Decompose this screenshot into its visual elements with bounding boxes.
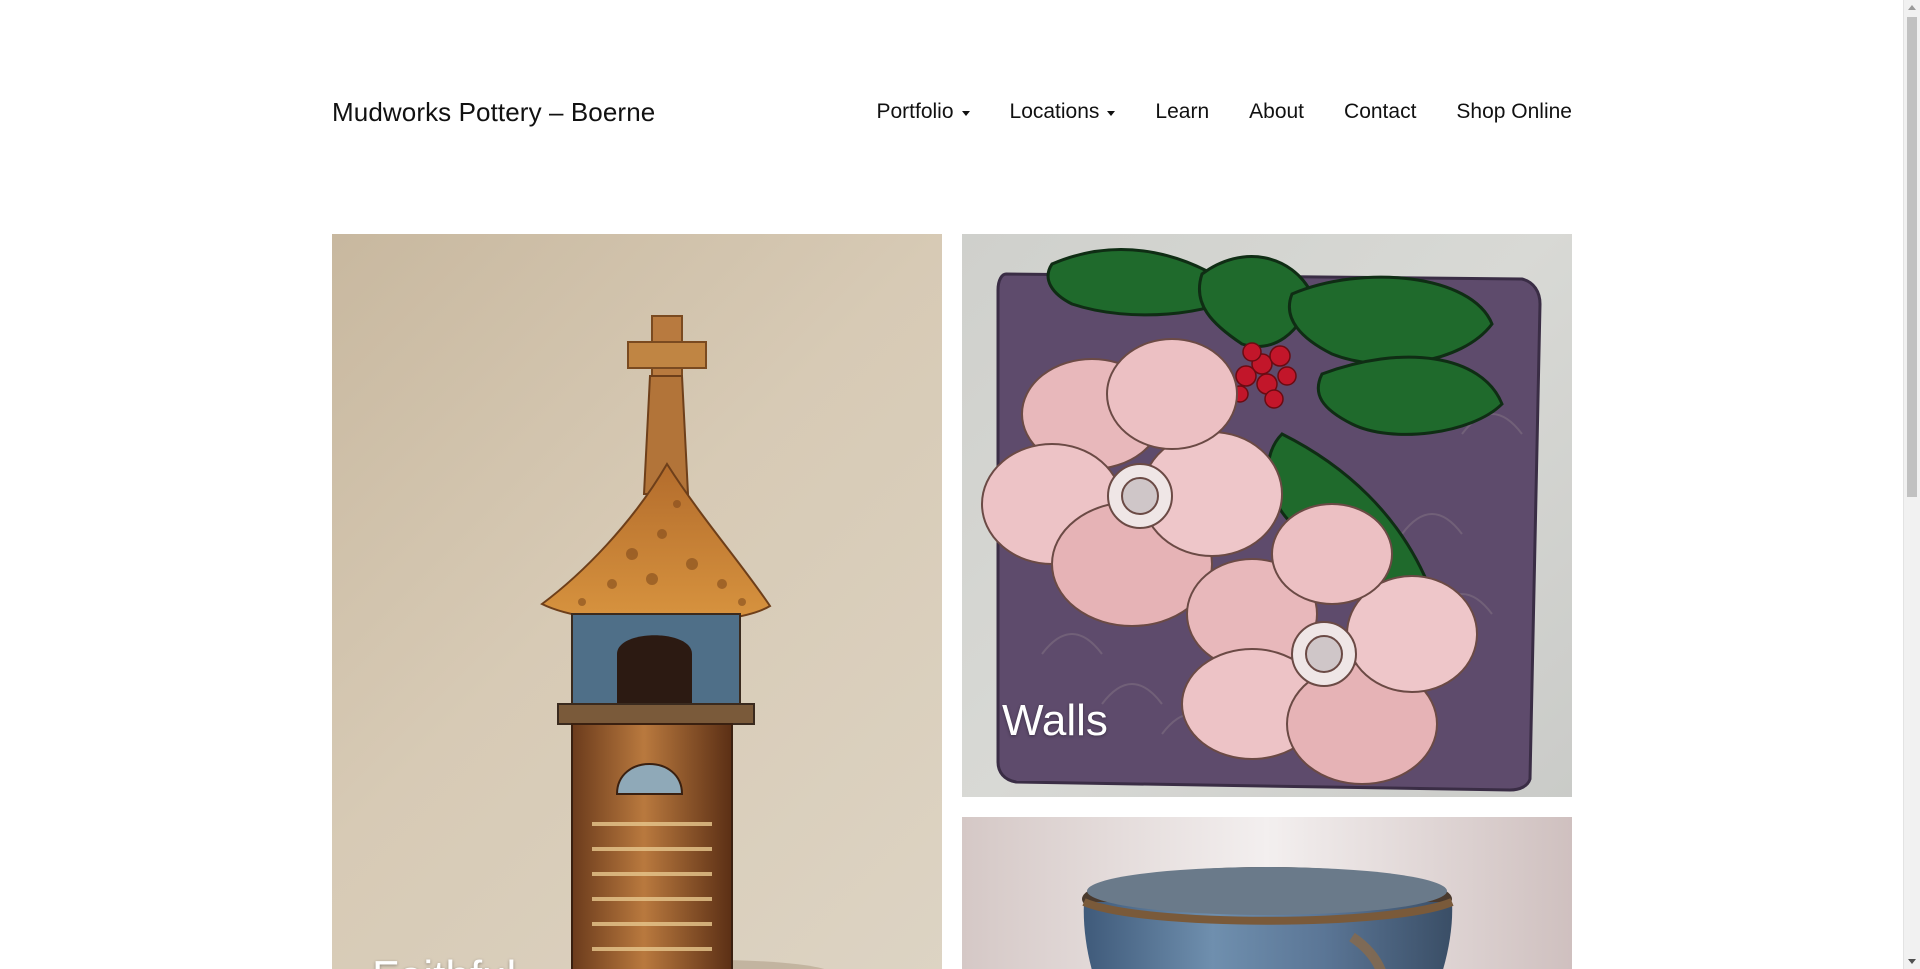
nav-item-label: Locations (1009, 100, 1100, 123)
bell-tower-sculpture-image (540, 315, 825, 969)
caret-down-icon (1107, 110, 1116, 116)
tile-caption: Faithful (372, 952, 516, 969)
nav-item-about[interactable]: About (1249, 100, 1304, 124)
scrollbar-thumb[interactable] (1907, 17, 1917, 497)
nav-item-portfolio[interactable]: Portfolio (876, 100, 970, 124)
nav-item-label: Shop Online (1456, 100, 1572, 123)
scroll-down-arrow-icon[interactable] (1908, 959, 1916, 964)
nav-item-label: Learn (1155, 100, 1210, 123)
vertical-scrollbar[interactable] (1903, 0, 1920, 969)
nav-item-label: About (1249, 100, 1305, 123)
blue-glazed-pot-image (1082, 867, 1454, 969)
page: Mudworks Pottery – Boerne Portfolio Loca… (0, 0, 1920, 969)
nav-item-contact[interactable]: Contact (1344, 100, 1416, 124)
nav-item-label: Portfolio (876, 100, 954, 123)
caret-down-icon (961, 110, 970, 116)
gallery-tile-pot[interactable] (962, 817, 1572, 969)
nav-item-learn[interactable]: Learn (1155, 100, 1209, 124)
nav-item-shop-online[interactable]: Shop Online (1456, 100, 1572, 124)
site-header: Mudworks Pottery – Boerne Portfolio Loca… (332, 88, 1572, 136)
gallery-tile-walls[interactable]: Walls (962, 234, 1572, 797)
site-title[interactable]: Mudworks Pottery – Boerne (332, 97, 655, 128)
main-nav: Portfolio Locations Learn About Contact … (876, 100, 1572, 124)
nav-item-label: Contact (1344, 100, 1417, 123)
tile-caption: Walls (1002, 696, 1108, 745)
nav-item-locations[interactable]: Locations (1010, 100, 1116, 124)
scroll-up-arrow-icon[interactable] (1908, 5, 1916, 10)
gallery-tile-faithful[interactable]: Faithful (332, 234, 942, 969)
